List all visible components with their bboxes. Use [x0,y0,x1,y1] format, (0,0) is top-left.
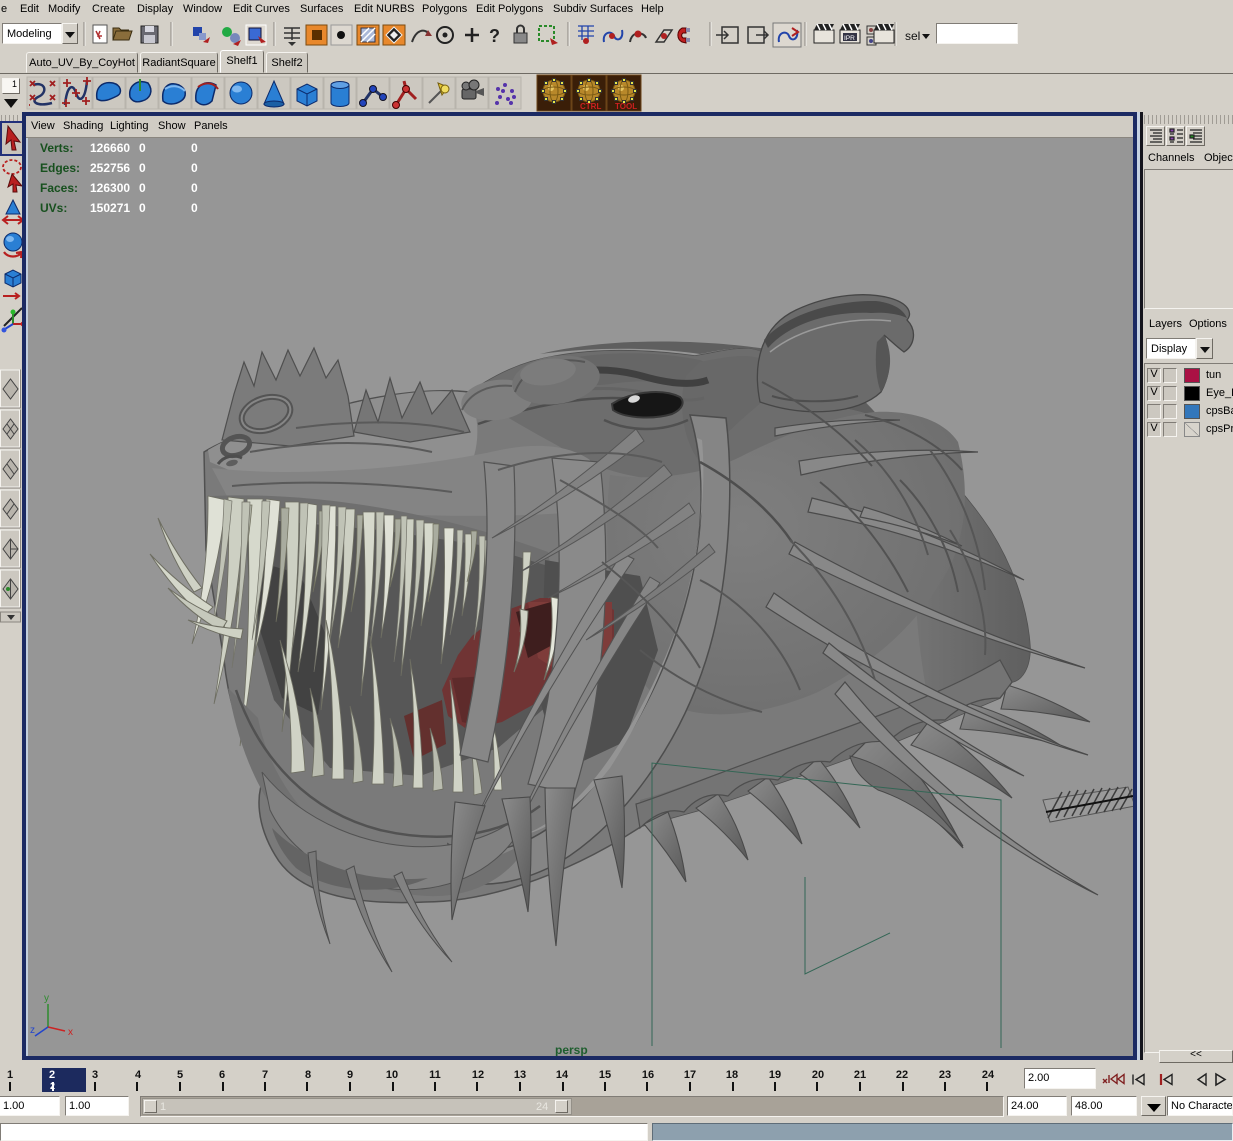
svg-text:y: y [44,993,49,1004]
svg-text:z: z [30,1025,35,1036]
svg-text:?: ? [489,26,500,46]
svg-text:x: x [68,1027,73,1038]
svg-text:TOOL: TOOL [615,102,637,111]
svg-text:sel: sel [905,29,920,43]
svg-text:IPR: IPR [844,35,855,42]
svg-text:CTRL: CTRL [580,102,601,111]
